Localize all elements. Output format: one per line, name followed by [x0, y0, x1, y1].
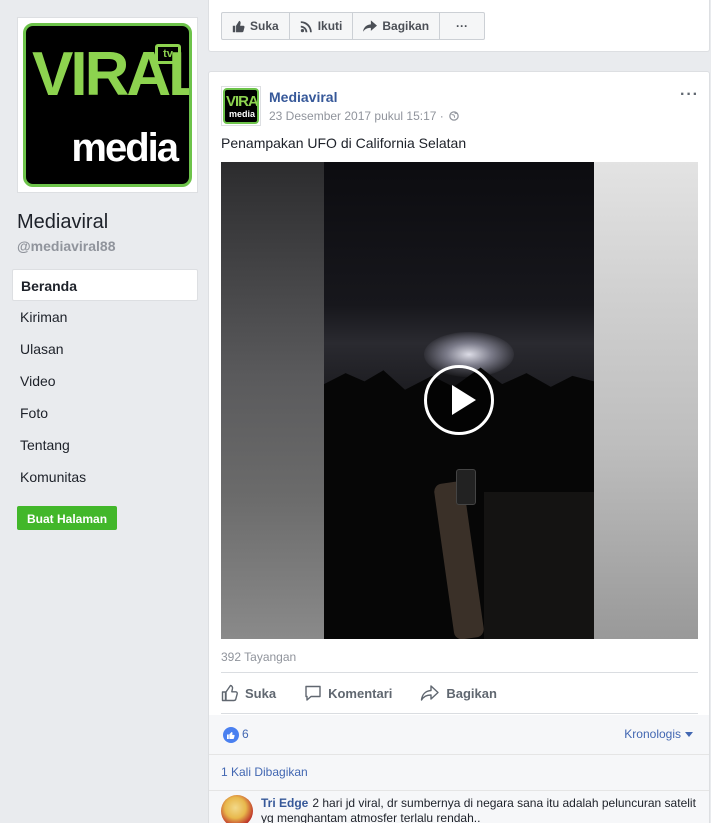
page-handle[interactable]: @mediaviral88 — [17, 238, 116, 254]
comment-bubble-icon — [305, 685, 321, 701]
post-options-icon[interactable]: ··· — [680, 86, 699, 104]
thumbs-up-icon — [232, 20, 245, 32]
comment-label: Komentari — [328, 685, 393, 701]
video-post: VIRAL media Mediaviral 23 Desember 2017 … — [208, 71, 710, 823]
video-blur-right — [594, 162, 698, 639]
share-button[interactable]: Bagikan — [420, 684, 497, 702]
viral-media-logo-small: VIRAL media — [223, 88, 259, 124]
page-like-label: Suka — [250, 19, 279, 33]
phone-silhouette — [456, 469, 476, 505]
rss-icon — [300, 20, 312, 32]
avatar-logo-media: media — [228, 109, 255, 119]
comment-text: 2 hari jd viral, dr sumbernya di negara … — [261, 796, 696, 823]
commenter-avatar[interactable] — [221, 795, 253, 823]
video-blur-left — [221, 162, 324, 639]
like-reaction-icon[interactable] — [223, 727, 239, 743]
post-action-bar: Suka Komentari Bagikan — [221, 672, 698, 714]
post-meta: 23 Desember 2017 pukul 15:17 · — [269, 109, 459, 123]
globe-icon — [448, 111, 459, 121]
page-name[interactable]: Mediaviral — [17, 211, 108, 234]
comment-sort-dropdown[interactable]: Kronologis — [624, 727, 693, 741]
shares-row: 1 Kali Dibagikan — [209, 755, 709, 791]
house-silhouette — [484, 492, 594, 639]
page-nav: Beranda Kiriman Ulasan Video Foto Tentan… — [12, 269, 198, 493]
logo-tv-badge: tv — [155, 44, 181, 64]
comment-button[interactable]: Komentari — [304, 684, 392, 702]
more-options-button[interactable]: ··· — [439, 12, 486, 40]
nav-item-tentang[interactable]: Tentang — [12, 429, 198, 461]
play-icon[interactable] — [424, 365, 494, 435]
nav-item-beranda[interactable]: Beranda — [12, 269, 198, 301]
share-count-link[interactable]: 1 Kali Dibagikan — [221, 765, 308, 779]
post-author-avatar[interactable]: VIRAL media — [221, 86, 261, 126]
thumbs-up-outline-icon — [221, 684, 238, 702]
page-like-button[interactable]: Suka — [221, 12, 290, 40]
reactions-row: 6 Kronologis — [209, 715, 709, 755]
follow-button[interactable]: Ikuti — [288, 12, 354, 40]
left-column: VIRAL tv media Mediaviral @mediaviral88 … — [0, 0, 206, 823]
page-share-button[interactable]: Bagikan — [352, 12, 441, 40]
share-label: Bagikan — [446, 685, 497, 701]
nav-item-kiriman[interactable]: Kiriman — [12, 301, 198, 333]
post-author-name[interactable]: Mediaviral — [269, 89, 337, 105]
nav-item-foto[interactable]: Foto — [12, 397, 198, 429]
like-label: Suka — [245, 685, 277, 701]
comment-item: Tri Edge 2 hari jd viral, dr sumbernya di… — [209, 791, 709, 823]
page-action-buttons: Suka Ikuti Bagikan ··· — [221, 12, 486, 40]
viral-media-logo: VIRAL tv media — [23, 23, 192, 187]
follow-label: Ikuti — [317, 19, 343, 33]
page-share-label: Bagikan — [382, 19, 430, 33]
post-timestamp[interactable]: 23 Desember 2017 pukul 15:17 · — [269, 109, 444, 123]
comment-body: Tri Edge 2 hari jd viral, dr sumbernya di… — [261, 796, 701, 823]
post-text: Penampakan UFO di California Selatan — [221, 135, 467, 151]
share-arrow-icon — [363, 19, 378, 32]
commenter-name[interactable]: Tri Edge — [261, 796, 308, 810]
like-button[interactable]: Suka — [221, 684, 276, 702]
share-arrow-outline-icon — [421, 685, 440, 701]
page-profile-picture[interactable]: VIRAL tv media — [17, 17, 198, 193]
nav-item-video[interactable]: Video — [12, 365, 198, 397]
page-actions-bar: Suka Ikuti Bagikan ··· — [208, 0, 710, 52]
nav-item-komunitas[interactable]: Komunitas — [12, 461, 198, 493]
avatar-logo-viral: VIRAL — [226, 93, 258, 110]
create-page-button[interactable]: Buat Halaman — [17, 506, 118, 530]
nav-item-ulasan[interactable]: Ulasan — [12, 333, 198, 365]
video-player[interactable] — [221, 162, 698, 639]
reactions-count[interactable]: 6 — [242, 727, 249, 741]
logo-word-media: media — [71, 126, 179, 170]
caret-down-icon — [685, 731, 693, 737]
more-dots-icon: ··· — [456, 19, 469, 33]
view-count: 392 Tayangan — [221, 650, 297, 664]
comment-sort-label: Kronologis — [624, 727, 681, 741]
